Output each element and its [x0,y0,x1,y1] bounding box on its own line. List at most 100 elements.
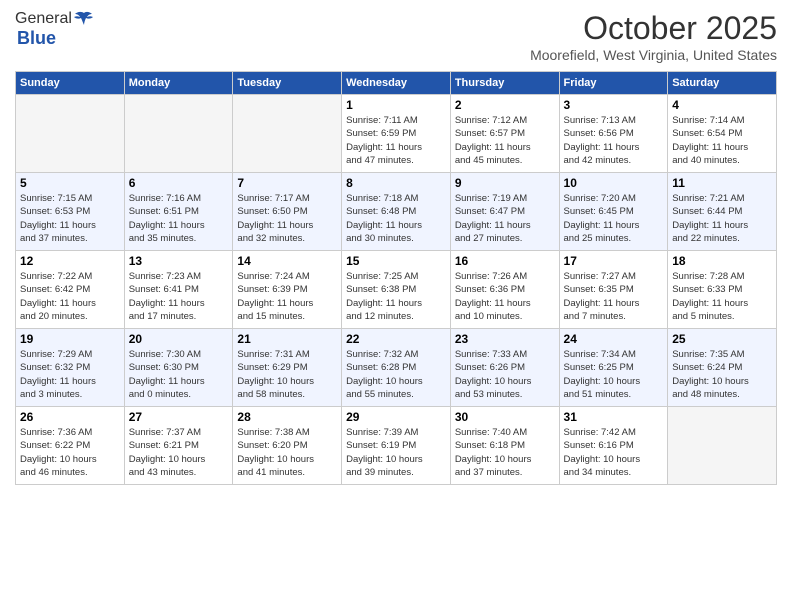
table-row: 9Sunrise: 7:19 AM Sunset: 6:47 PM Daylig… [450,173,559,251]
header-friday: Friday [559,72,668,95]
day-info: Sunrise: 7:11 AM Sunset: 6:59 PM Dayligh… [346,114,446,167]
day-number: 6 [129,176,229,190]
table-row: 19 Sunrise: 7:29 AM Sunset: 6:32 PM Dayli… [16,329,125,407]
calendar-week-row: 19 Sunrise: 7:29 AM Sunset: 6:32 PM Dayli… [16,329,777,407]
table-row: 23Sunrise: 7:33 AM Sunset: 6:26 PM Dayli… [450,329,559,407]
table-row [668,407,777,485]
table-row: 29 Sunrise: 7:39 AM Sunset: 6:19 PM Dayli… [342,407,451,485]
day-number: 26 [20,410,120,424]
day-info: Sunrise: 7:13 AM Sunset: 6:56 PM Dayligh… [564,114,664,167]
table-row: 8 Sunrise: 7:18 AM Sunset: 6:48 PM Daylig… [342,173,451,251]
day-number: 3 [564,98,664,112]
table-row [233,95,342,173]
table-row: 25Sunrise: 7:35 AM Sunset: 6:24 PM Dayli… [668,329,777,407]
day-info: Sunrise: 7:17 AM Sunset: 6:50 PM Dayligh… [237,192,337,245]
month-title: October 2025 [530,10,777,47]
day-number: 15 [346,254,446,268]
day-number: 13 [129,254,229,268]
table-row: 15 Sunrise: 7:25 AM Sunset: 6:38 PM Dayli… [342,251,451,329]
day-info: Sunrise: 7:27 AM Sunset: 6:35 PM Dayligh… [564,270,664,323]
table-row: 26 Sunrise: 7:36 AM Sunset: 6:22 PM Dayli… [16,407,125,485]
day-number: 14 [237,254,337,268]
day-number: 23 [455,332,555,346]
day-info: Sunrise: 7:32 AM Sunset: 6:28 PM Dayligh… [346,348,446,401]
day-number: 8 [346,176,446,190]
day-info: Sunrise: 7:15 AM Sunset: 6:53 PM Dayligh… [20,192,120,245]
day-number: 28 [237,410,337,424]
table-row: 28 Sunrise: 7:38 AM Sunset: 6:20 PM Dayli… [233,407,342,485]
day-number: 10 [564,176,664,190]
table-row: 4Sunrise: 7:14 AM Sunset: 6:54 PM Daylig… [668,95,777,173]
table-row: 20 Sunrise: 7:30 AM Sunset: 6:30 PM Dayli… [124,329,233,407]
table-row: 22 Sunrise: 7:32 AM Sunset: 6:28 PM Dayli… [342,329,451,407]
day-number: 12 [20,254,120,268]
table-row: 17 Sunrise: 7:27 AM Sunset: 6:35 PM Dayli… [559,251,668,329]
calendar-week-row: 5Sunrise: 7:15 AM Sunset: 6:53 PM Daylig… [16,173,777,251]
header-wednesday: Wednesday [342,72,451,95]
day-number: 17 [564,254,664,268]
day-info: Sunrise: 7:22 AM Sunset: 6:42 PM Dayligh… [20,270,120,323]
logo-blue-text: Blue [17,28,56,49]
day-info: Sunrise: 7:16 AM Sunset: 6:51 PM Dayligh… [129,192,229,245]
day-number: 27 [129,410,229,424]
calendar-week-row: 26 Sunrise: 7:36 AM Sunset: 6:22 PM Dayli… [16,407,777,485]
table-row: 24 Sunrise: 7:34 AM Sunset: 6:25 PM Dayli… [559,329,668,407]
day-info: Sunrise: 7:12 AM Sunset: 6:57 PM Dayligh… [455,114,555,167]
day-info: Sunrise: 7:40 AM Sunset: 6:18 PM Dayligh… [455,426,555,479]
day-info: Sunrise: 7:31 AM Sunset: 6:29 PM Dayligh… [237,348,337,401]
table-row: 13 Sunrise: 7:23 AM Sunset: 6:41 PM Dayli… [124,251,233,329]
header-sunday: Sunday [16,72,125,95]
weekday-header-row: Sunday Monday Tuesday Wednesday Thursday… [16,72,777,95]
table-row: 10 Sunrise: 7:20 AM Sunset: 6:45 PM Dayli… [559,173,668,251]
header-saturday: Saturday [668,72,777,95]
day-info: Sunrise: 7:14 AM Sunset: 6:54 PM Dayligh… [672,114,772,167]
day-info: Sunrise: 7:18 AM Sunset: 6:48 PM Dayligh… [346,192,446,245]
header-thursday: Thursday [450,72,559,95]
table-row: 18Sunrise: 7:28 AM Sunset: 6:33 PM Dayli… [668,251,777,329]
table-row: 2 Sunrise: 7:12 AM Sunset: 6:57 PM Daylig… [450,95,559,173]
day-number: 1 [346,98,446,112]
day-number: 24 [564,332,664,346]
day-number: 31 [564,410,664,424]
day-number: 7 [237,176,337,190]
day-info: Sunrise: 7:36 AM Sunset: 6:22 PM Dayligh… [20,426,120,479]
location-subtitle: Moorefield, West Virginia, United States [530,47,777,63]
day-info: Sunrise: 7:29 AM Sunset: 6:32 PM Dayligh… [20,348,120,401]
day-number: 21 [237,332,337,346]
table-row: 5Sunrise: 7:15 AM Sunset: 6:53 PM Daylig… [16,173,125,251]
day-info: Sunrise: 7:20 AM Sunset: 6:45 PM Dayligh… [564,192,664,245]
day-number: 22 [346,332,446,346]
calendar-week-row: 12 Sunrise: 7:22 AM Sunset: 6:42 PM Dayli… [16,251,777,329]
day-number: 30 [455,410,555,424]
table-row: 1 Sunrise: 7:11 AM Sunset: 6:59 PM Daylig… [342,95,451,173]
table-row [124,95,233,173]
day-info: Sunrise: 7:23 AM Sunset: 6:41 PM Dayligh… [129,270,229,323]
table-row: 11 Sunrise: 7:21 AM Sunset: 6:44 PM Dayli… [668,173,777,251]
table-row: 6 Sunrise: 7:16 AM Sunset: 6:51 PM Daylig… [124,173,233,251]
day-number: 16 [455,254,555,268]
day-info: Sunrise: 7:21 AM Sunset: 6:44 PM Dayligh… [672,192,772,245]
day-number: 9 [455,176,555,190]
day-number: 11 [672,176,772,190]
table-row: 3 Sunrise: 7:13 AM Sunset: 6:56 PM Daylig… [559,95,668,173]
table-row: 27 Sunrise: 7:37 AM Sunset: 6:21 PM Dayli… [124,407,233,485]
day-number: 29 [346,410,446,424]
table-row: 21 Sunrise: 7:31 AM Sunset: 6:29 PM Dayli… [233,329,342,407]
day-info: Sunrise: 7:30 AM Sunset: 6:30 PM Dayligh… [129,348,229,401]
day-number: 20 [129,332,229,346]
day-info: Sunrise: 7:42 AM Sunset: 6:16 PM Dayligh… [564,426,664,479]
table-row: 30 Sunrise: 7:40 AM Sunset: 6:18 PM Dayli… [450,407,559,485]
table-row: 12 Sunrise: 7:22 AM Sunset: 6:42 PM Dayli… [16,251,125,329]
table-row [16,95,125,173]
day-info: Sunrise: 7:28 AM Sunset: 6:33 PM Dayligh… [672,270,772,323]
day-info: Sunrise: 7:38 AM Sunset: 6:20 PM Dayligh… [237,426,337,479]
day-number: 2 [455,98,555,112]
title-section: October 2025 Moorefield, West Virginia, … [530,10,777,63]
day-number: 19 [20,332,120,346]
logo-general-text: General [15,10,72,28]
day-info: Sunrise: 7:37 AM Sunset: 6:21 PM Dayligh… [129,426,229,479]
day-info: Sunrise: 7:34 AM Sunset: 6:25 PM Dayligh… [564,348,664,401]
day-info: Sunrise: 7:25 AM Sunset: 6:38 PM Dayligh… [346,270,446,323]
table-row: 7 Sunrise: 7:17 AM Sunset: 6:50 PM Daylig… [233,173,342,251]
day-info: Sunrise: 7:39 AM Sunset: 6:19 PM Dayligh… [346,426,446,479]
